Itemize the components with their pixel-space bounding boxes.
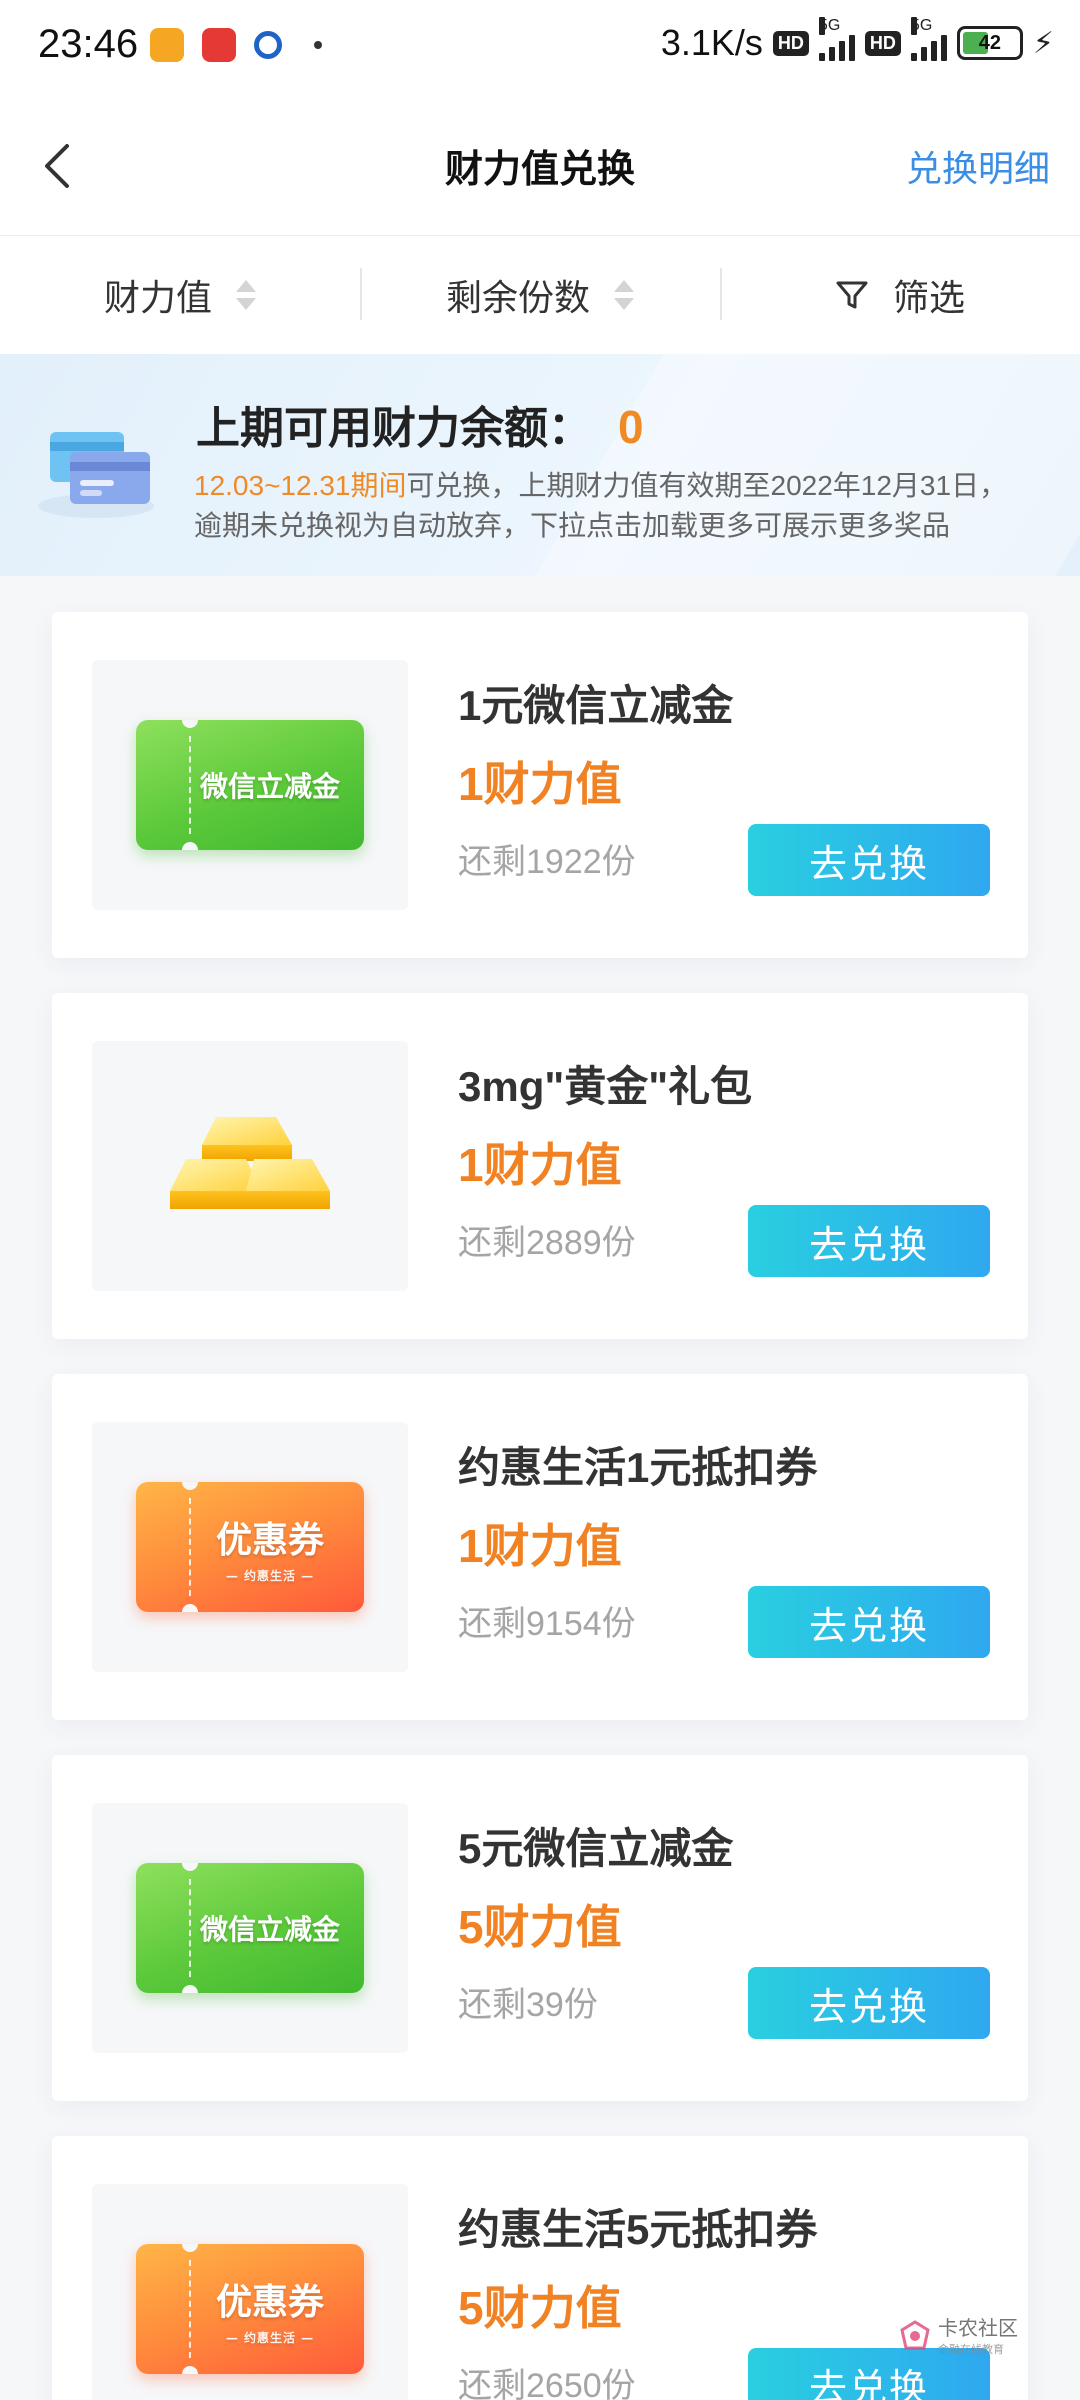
more-notifications-dot-icon [314, 41, 322, 49]
reward-thumbnail: 微信立减金 [92, 660, 408, 910]
sort-by-value-label: 财力值 [103, 277, 212, 318]
coupon-ticket-icon: 优惠券 — 约惠生活 — [136, 2244, 364, 2374]
reward-price: 5财力值 [458, 2282, 622, 2334]
sort-arrows-icon [236, 280, 256, 310]
reward-title: 3mg"黄金"礼包 [458, 1063, 753, 1110]
reward-price: 5财力值 [458, 1901, 622, 1953]
hd-icon: HD [772, 30, 809, 56]
filter-button[interactable]: 筛选 [720, 236, 1080, 354]
exchange-details-link[interactable]: 兑换明细 [906, 140, 1050, 192]
sort-arrows-icon [614, 280, 634, 310]
reward-thumbnail: 微信立减金 [92, 1803, 408, 2053]
reward-price: 1财力值 [458, 758, 622, 810]
wechat-voucher-ticket-icon: 微信立减金 [136, 720, 364, 850]
signal-icon: 5G [818, 17, 855, 61]
reward-remaining: 还剩2889份 [458, 1224, 636, 1262]
gold-bars-icon [170, 1117, 330, 1209]
exchange-period: 12.03~12.31期间 [194, 470, 407, 501]
sort-by-remaining-label: 剩余份数 [445, 277, 590, 318]
sort-by-remaining[interactable]: 剩余份数 [360, 236, 720, 354]
notification-pay-icon [202, 28, 236, 62]
reward-price: 1财力值 [458, 1520, 622, 1572]
reward-remaining: 还剩39份 [458, 1986, 598, 2024]
signal-icon-2: 5G [910, 17, 947, 61]
reward-title: 约惠生活5元抵扣券 [458, 2206, 818, 2253]
sort-bar: 财力值 剩余份数 筛选 [0, 236, 1080, 354]
notification-icons [150, 28, 322, 62]
balance-banner: 上期可用财力余额： 0 12.03~12.31期间可兑换，上期财力值有效期至20… [0, 354, 1080, 576]
status-bar: 23:46 3.1K/s HD 5G HD 5G 42 ⚡ [0, 0, 1080, 96]
coupon-ticket-icon: 优惠券 — 约惠生活 — [136, 1482, 364, 1612]
balance-description: 12.03~12.31期间可兑换，上期财力值有效期至2022年12月31日， 逾… [194, 470, 1008, 541]
reward-title: 1元微信立减金 [458, 682, 734, 729]
watermark-name: 卡农社区 [938, 2318, 1018, 2340]
redeem-button[interactable]: 去兑换 [748, 1967, 990, 2039]
filter-icon [836, 281, 868, 309]
reward-card: 3mg"黄金"礼包 1财力值 还剩2889份 去兑换 [52, 993, 1028, 1339]
redeem-button[interactable]: 去兑换 [748, 1205, 990, 1277]
network-speed: 3.1K/s [660, 22, 763, 63]
battery-icon: 42 [956, 26, 1023, 60]
filter-label: 筛选 [892, 277, 965, 318]
bank-card-icon [38, 432, 154, 518]
reward-thumbnail: 优惠券 — 约惠生活 — [92, 2184, 408, 2400]
status-indicators: 3.1K/s HD 5G HD 5G 42 ⚡ [660, 17, 1054, 64]
nav-bar: 财力值兑换 兑换明细 [0, 96, 1080, 236]
reward-remaining: 还剩9154份 [458, 1605, 636, 1643]
reward-thumbnail [92, 1041, 408, 1291]
reward-remaining: 还剩2650份 [458, 2367, 636, 2400]
status-time: 23:46 [38, 22, 139, 66]
hd-icon-2: HD [864, 30, 901, 56]
watermark: 卡农社区 金融在线教育 [898, 2312, 1018, 2357]
reward-remaining: 还剩1922份 [458, 843, 636, 881]
redeem-button[interactable]: 去兑换 [748, 1586, 990, 1658]
notification-bank-icon [254, 31, 282, 59]
balance-value: 0 [618, 401, 644, 453]
charging-icon: ⚡ [1032, 26, 1054, 60]
redeem-button[interactable]: 去兑换 [748, 824, 990, 896]
reward-card: 优惠券 — 约惠生活 — 约惠生活5元抵扣券 5财力值 还剩2650份 去兑换 [52, 2136, 1028, 2400]
reward-title: 5元微信立减金 [458, 1825, 734, 1872]
reward-card: 微信立减金 1元微信立减金 1财力值 还剩1922份 去兑换 [52, 612, 1028, 958]
balance-title: 上期可用财力余额： 0 [196, 401, 644, 453]
reward-price: 1财力值 [458, 1139, 622, 1191]
wechat-voucher-ticket-icon: 微信立减金 [136, 1863, 364, 1993]
watermark-logo-icon [900, 2319, 930, 2349]
notification-app-icon [150, 28, 184, 62]
sort-by-value[interactable]: 财力值 [0, 236, 360, 354]
battery-level: 42 [978, 31, 1002, 54]
reward-title: 约惠生活1元抵扣券 [458, 1444, 818, 1491]
reward-thumbnail: 优惠券 — 约惠生活 — [92, 1422, 408, 1672]
watermark-subtitle: 金融在线教育 [938, 2344, 1004, 2356]
reward-card: 微信立减金 5元微信立减金 5财力值 还剩39份 去兑换 [52, 1755, 1028, 2101]
reward-card: 优惠券 — 约惠生活 — 约惠生活1元抵扣券 1财力值 还剩9154份 去兑换 [52, 1374, 1028, 1720]
